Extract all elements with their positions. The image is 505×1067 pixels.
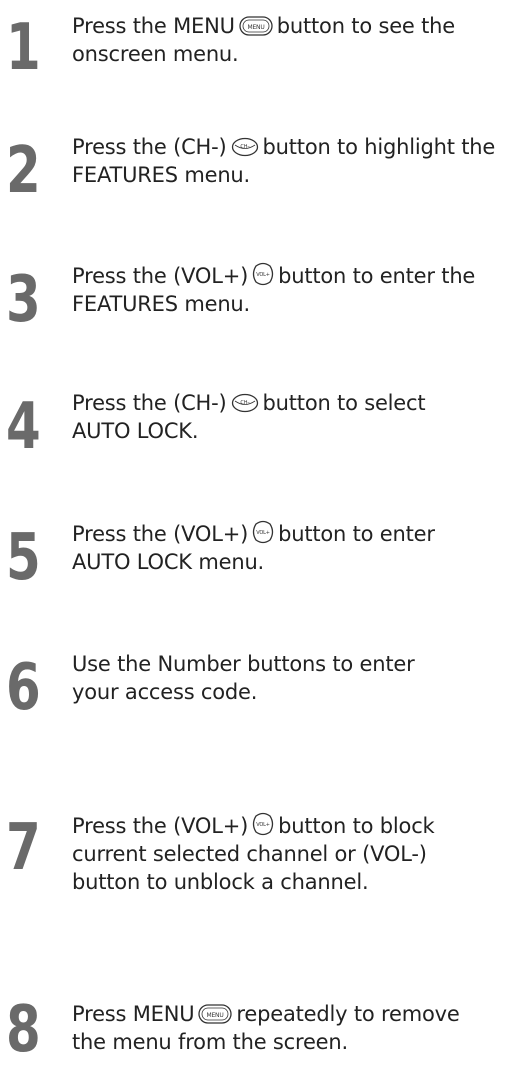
step-text: Press the MENU MENU button to see the onsc… [72, 12, 455, 68]
vol-plus-icon-label: VOL+ [256, 272, 269, 278]
menu-icon-label: MENU [207, 1012, 224, 1019]
step-line-2: AUTO LOCK. [72, 419, 199, 443]
vol-plus-icon-label: VOL+ [256, 822, 269, 828]
step-number: 6 [6, 651, 41, 725]
step-line-2: FEATURES menu. [72, 163, 251, 187]
step-line-1: Use the Number buttons to enter [72, 652, 415, 676]
step-text: Press the (VOL+) VOL+ button to enter AUTO… [72, 520, 435, 576]
ch-minus-button-icon: CH– [231, 137, 259, 157]
step-text-after-icon: button to see the [276, 14, 455, 38]
step-line-2: AUTO LOCK menu. [72, 550, 265, 574]
step-text-before-icon: Press the (CH-) [72, 391, 227, 415]
step-line-1: Press the (VOL+) VOL+ button to enter the [72, 262, 475, 290]
step-text: Use the Number buttons to enter your acc… [72, 650, 415, 706]
step-line-1: Press MENU MENU repeatedly to remove [72, 1000, 460, 1028]
ch-minus-button-icon: CH– [231, 393, 259, 413]
step-text-after-icon: button to highlight the [262, 135, 496, 159]
step-text-before-icon: Press the (VOL+) [72, 522, 249, 546]
step-line-2: the menu from the screen. [72, 1030, 348, 1054]
step-line-1: Press the (CH-) CH– button to highlight th… [72, 133, 495, 161]
step-number: 7 [6, 811, 41, 885]
step-text-after-icon: button to enter [278, 522, 435, 546]
vol-plus-button-icon: VOL+ [252, 520, 274, 544]
step-line-2: FEATURES menu. [72, 292, 251, 316]
vol-plus-button-icon: VOL+ [252, 812, 274, 836]
step-text-before-icon: Press MENU [72, 1002, 195, 1026]
step-text-before-icon: Press the (CH-) [72, 135, 227, 159]
ch-minus-icon-label: CH– [240, 400, 250, 406]
step-text-after-icon: repeatedly to remove [236, 1002, 460, 1026]
ch-minus-icon-label: CH– [240, 144, 250, 150]
step-line-3: button to unblock a channel. [72, 870, 369, 894]
step-text-after-icon: button to select [262, 391, 426, 415]
vol-plus-icon-label: VOL+ [256, 530, 269, 536]
step-line-2: onscreen menu. [72, 42, 239, 66]
step-line-1: Press the (VOL+) VOL+ button to block [72, 812, 435, 840]
step-number: 1 [6, 11, 41, 85]
step-text-before-icon: Press the (VOL+) [72, 264, 249, 288]
step-text-after-icon: button to block [278, 814, 435, 838]
step-number: 3 [6, 263, 41, 337]
step-number: 4 [6, 390, 41, 464]
step-text-before-icon: Press the (VOL+) [72, 814, 249, 838]
step-line-1: Press the (CH-) CH– button to select [72, 389, 426, 417]
step-line-2: current selected channel or (VOL-) [72, 842, 427, 866]
step-text-before-icon: Press the MENU [72, 14, 235, 38]
step-text-after-icon: button to enter the [278, 264, 476, 288]
step-line-1: Press the (VOL+) VOL+ button to enter [72, 520, 435, 548]
step-number: 2 [6, 134, 41, 208]
step-number: 8 [6, 993, 41, 1067]
menu-icon-label: MENU [247, 24, 264, 31]
step-number: 5 [6, 521, 41, 595]
menu-button-icon: MENU [198, 1004, 233, 1024]
vol-plus-button-icon: VOL+ [252, 262, 274, 286]
step-text: Press the (VOL+) VOL+ button to block curr… [72, 812, 435, 896]
step-text: Press the (VOL+) VOL+ button to enter the … [72, 262, 475, 318]
step-text: Press MENU MENU repeatedly to remove the m… [72, 1000, 460, 1056]
step-text: Press the (CH-) CH– button to highlight th… [72, 133, 495, 189]
step-line-1: Press the MENU MENU button to see the [72, 12, 455, 40]
menu-button-icon: MENU [239, 16, 273, 36]
step-line-2: your access code. [72, 680, 258, 704]
step-text: Press the (CH-) CH– button to select AUTO … [72, 389, 426, 445]
